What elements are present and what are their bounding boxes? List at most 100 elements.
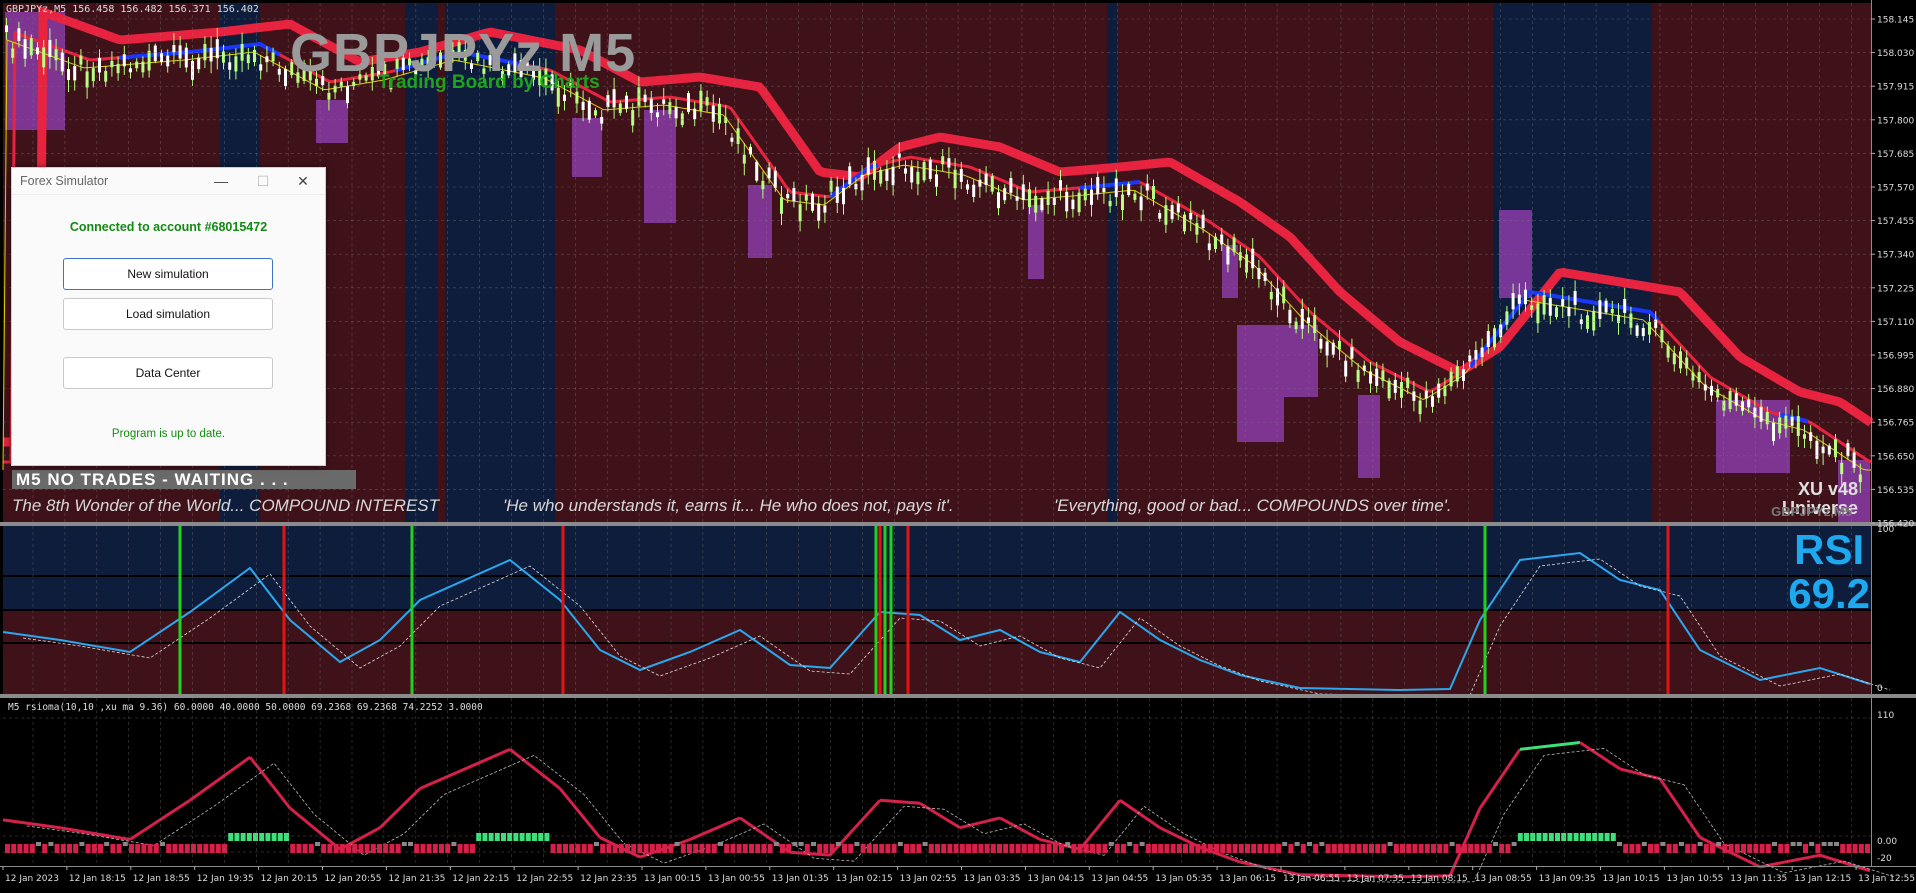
histogram-bar (811, 842, 816, 846)
rsi-indicator-pane[interactable] (2, 526, 1891, 697)
signal-box (1222, 245, 1238, 298)
histogram-bar (501, 833, 506, 841)
histogram-bar (1716, 842, 1722, 846)
histogram-bar (1610, 833, 1616, 841)
candle-body (98, 57, 101, 73)
rsioma-tick-label: 0.00 (1877, 837, 1897, 847)
load-simulation-button[interactable]: Load simulation (63, 298, 273, 330)
close-icon[interactable]: ✕ (283, 168, 323, 194)
histogram-bar (1567, 833, 1573, 841)
maximize-icon[interactable]: ☐ (243, 168, 283, 194)
histogram-bar (1747, 844, 1753, 853)
histogram-bar (277, 833, 283, 841)
histogram-bar (780, 844, 785, 853)
candle-body (1083, 188, 1087, 201)
histogram-bar (197, 844, 203, 853)
candle-body (1189, 212, 1193, 220)
histogram-bar (1313, 844, 1319, 853)
histogram-bar (122, 842, 128, 846)
histogram-bar (1710, 844, 1715, 853)
histogram-bar (897, 842, 903, 846)
candle-body (922, 162, 926, 181)
histogram-bar (1765, 844, 1771, 853)
histogram-bar (1623, 844, 1629, 853)
candle-body (172, 45, 176, 53)
histogram-bar (842, 844, 847, 853)
candle-body (11, 48, 15, 58)
axis-border (0, 866, 1916, 867)
histogram-bar (129, 844, 134, 853)
histogram-bar (1474, 844, 1480, 853)
histogram-bar (959, 844, 965, 853)
histogram-bar (612, 844, 618, 853)
histogram-bar (1517, 833, 1523, 841)
data-center-button[interactable]: Data Center (63, 357, 273, 389)
histogram-bar (1586, 833, 1591, 841)
candle-body (85, 71, 89, 88)
candle-body (129, 68, 132, 73)
time-tick-label: 13 Jan 06:15 (1219, 874, 1276, 884)
price-tick-label: 156.765 (1877, 419, 1914, 429)
candle-body (1170, 205, 1174, 220)
histogram-bar (1406, 844, 1412, 853)
candle-body (873, 160, 876, 180)
rsioma-indicator-pane[interactable] (2, 698, 1895, 884)
candle-body (23, 39, 27, 59)
candle-body (5, 25, 8, 33)
candle-body (346, 86, 349, 104)
time-tick-label: 13 Jan 11:35 (1730, 874, 1787, 884)
candle-body (135, 61, 139, 69)
histogram-bar (1666, 844, 1672, 853)
candle-body (104, 70, 108, 82)
candle-body (122, 54, 126, 67)
candle-body (1046, 190, 1050, 205)
histogram-bar (1418, 844, 1424, 853)
new-simulation-button[interactable]: New simulation (63, 258, 273, 290)
histogram-bar (1139, 842, 1145, 846)
histogram-bar (1356, 844, 1362, 853)
signal-box (748, 185, 772, 258)
candle-body (1400, 382, 1403, 398)
simulator-titlebar[interactable]: Forex Simulator — ☐ ✕ (12, 168, 325, 195)
histogram-bar (749, 844, 754, 853)
candle-body (947, 158, 951, 168)
candle-body (966, 184, 969, 190)
candle-body (1102, 188, 1106, 193)
candle-body (1164, 205, 1168, 225)
histogram-bar (1865, 844, 1870, 853)
candle-body (79, 55, 83, 65)
time-tick-label: 13 Jan 01:35 (772, 874, 829, 884)
histogram-bar (1028, 844, 1033, 853)
rsioma-tick-label: 110 (1877, 711, 1894, 721)
candle-body (1052, 197, 1056, 205)
candle-body (786, 193, 790, 199)
candle-body (1821, 446, 1825, 454)
forex-simulator-window[interactable]: Forex Simulator — ☐ ✕ Connected to accou… (11, 167, 326, 466)
histogram-bar (1102, 844, 1108, 853)
time-tick-label: 13 Jan 02:55 (900, 874, 957, 884)
candle-body (1065, 191, 1069, 212)
histogram-bar (36, 842, 41, 846)
candle-body (1604, 300, 1608, 313)
candle-body (1232, 237, 1236, 252)
histogram-bar (1734, 844, 1740, 853)
candle-body (1077, 192, 1081, 213)
minimize-icon[interactable]: — (201, 168, 241, 194)
histogram-bar (656, 844, 661, 853)
histogram-bar (1703, 844, 1709, 853)
histogram-bar (1697, 842, 1703, 846)
candle-body (17, 28, 21, 41)
candle-body (910, 167, 914, 183)
candle-body (1610, 308, 1614, 314)
candle-body (705, 97, 709, 106)
candle-body (835, 186, 839, 203)
candle-body (1437, 383, 1441, 398)
time-tick-label: 13 Jan 12:55 (1858, 874, 1915, 884)
price-tick-label: 157.915 (1877, 83, 1914, 93)
simulator-title: Forex Simulator (20, 174, 109, 188)
histogram-bar (1468, 844, 1474, 853)
histogram-bar (569, 844, 575, 853)
candle-body (1108, 200, 1112, 207)
histogram-bar (1350, 844, 1356, 853)
histogram-bar (1486, 844, 1492, 853)
